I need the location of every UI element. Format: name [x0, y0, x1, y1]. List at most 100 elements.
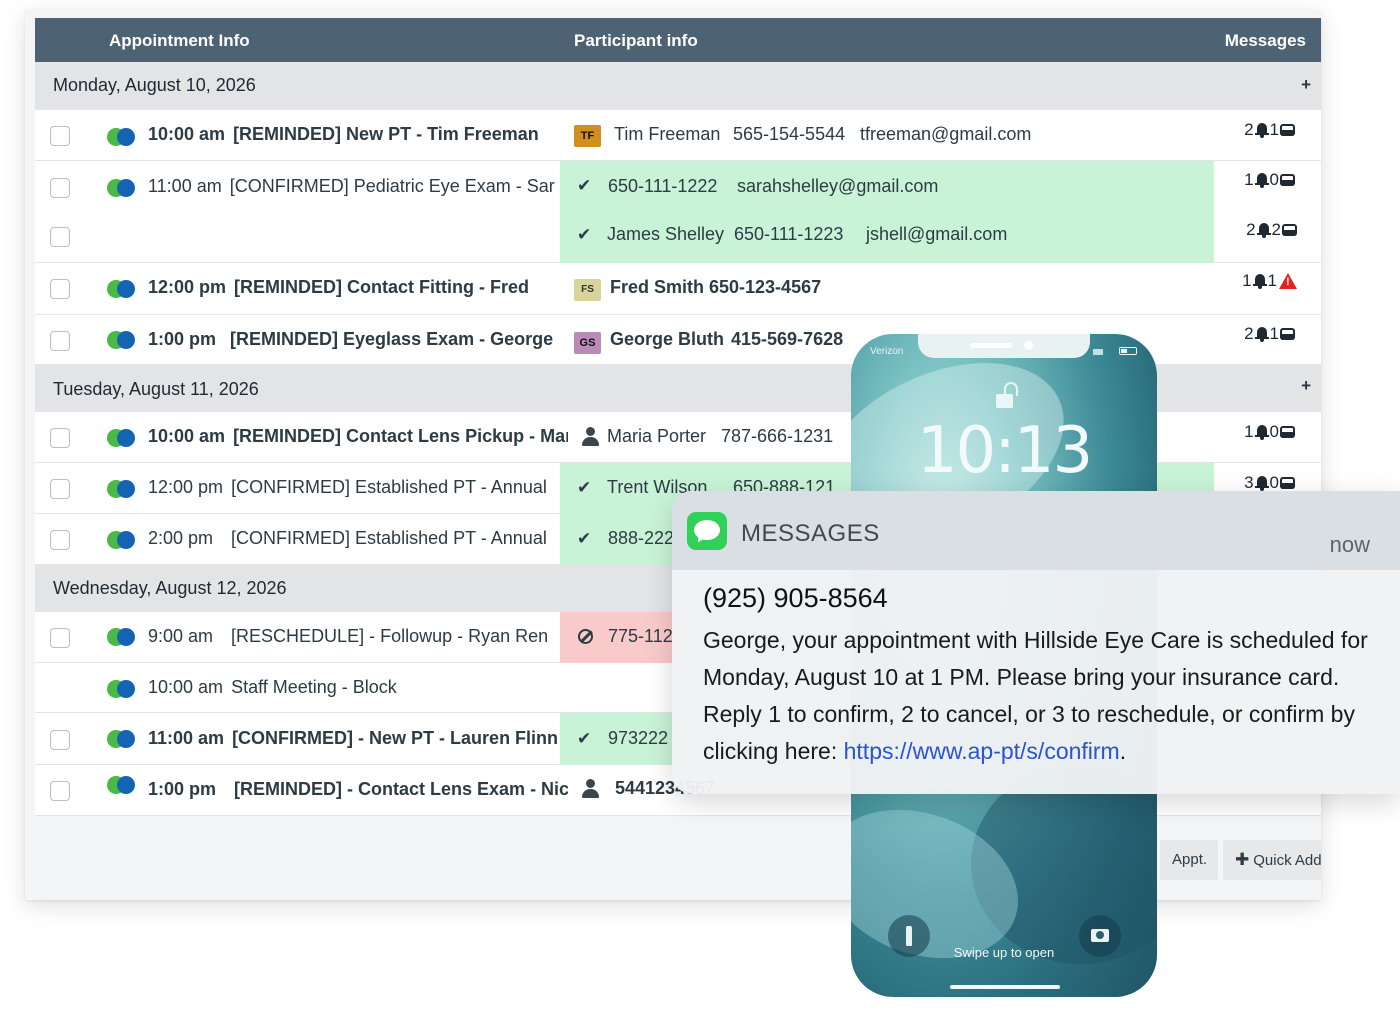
message-counts[interactable]: 21 [1244, 323, 1295, 344]
header-appointment-info[interactable]: Appointment Info [109, 31, 250, 51]
appointment-info[interactable]: 9:00 am [RESCHEDULE] - Followup - Ryan Re… [148, 626, 558, 650]
sms-notification[interactable]: MESSAGES now (925) 905-8564 George, your… [672, 491, 1400, 794]
reminder-count: 3 [1244, 472, 1254, 492]
person-icon [581, 427, 599, 447]
day-header-monday: Monday, August 10, 2026 + [35, 62, 1321, 110]
bell-icon [1256, 222, 1271, 238]
confirmed-check-icon: ✔ [577, 225, 592, 244]
participant-cell: ✔ James Shelley 650-111-1223 jshell@gmai… [560, 212, 1214, 263]
appointment-title: [REMINDED] Contact Lens Pickup - Mar [233, 426, 568, 446]
row-checkbox[interactable] [50, 227, 70, 247]
reminder-count: 2 [1244, 323, 1254, 343]
status-bar-icon [1093, 347, 1137, 355]
confirmed-check-icon: ✔ [577, 729, 592, 748]
inbox-count: 0 [1269, 472, 1279, 492]
status-dots-icon [107, 480, 137, 498]
notification-app-name: MESSAGES [741, 520, 880, 547]
table-row[interactable]: 12:00 pm [REMINDED] Contact Fitting - Fre… [35, 263, 1321, 315]
appointment-time: 2:00 pm [148, 528, 214, 548]
participant-name: Tim Freeman [614, 124, 721, 144]
appointment-title: [REMINDED] New PT - Tim Freeman [233, 124, 539, 144]
participant-name: James Shelley [607, 224, 725, 244]
message-counts[interactable]: 10 [1244, 169, 1295, 190]
bell-icon [1252, 273, 1267, 289]
appointment-title: [REMINDED] Contact Fitting - Fred [234, 277, 530, 297]
bell-icon [1254, 475, 1269, 491]
add-appointment-button[interactable]: + [1301, 75, 1311, 95]
participant-phone: 973222 [608, 728, 669, 748]
confirm-link[interactable]: https://www.ap-pt/s/confirm [844, 738, 1120, 764]
person-icon [581, 779, 599, 799]
table-row[interactable]: ✔ James Shelley 650-111-1223 jshell@gmai… [35, 212, 1321, 263]
appointment-info[interactable]: 10:00 am Staff Meeting - Block [148, 677, 558, 701]
row-checkbox[interactable] [50, 428, 70, 448]
avatar: TF [574, 125, 601, 147]
reschedule-ban-icon [578, 629, 593, 644]
home-indicator[interactable] [950, 985, 1060, 989]
row-checkbox[interactable] [50, 530, 70, 550]
participant-cell: TF Tim Freeman 565-154-5544 tfreeman@gma… [560, 110, 1214, 161]
appointment-time: 11:00 am [148, 176, 222, 196]
status-dots-icon [107, 179, 137, 197]
reminder-count: 1 [1244, 421, 1254, 441]
message-counts[interactable]: 21 [1244, 119, 1295, 140]
row-checkbox[interactable] [50, 279, 70, 299]
inbox-icon [1282, 223, 1297, 236]
appointment-info[interactable]: 12:00 pm [CONFIRMED] Established PT - Ann… [148, 477, 558, 501]
appointment-info[interactable]: 1:00 pm [REMINDED] Eyeglass Exam - George [148, 329, 558, 353]
participant-phone: 787-666-1231 [721, 426, 834, 446]
inbox-icon [1280, 425, 1295, 438]
appointment-info[interactable]: 2:00 pm [CONFIRMED] Established PT - Annu… [148, 528, 558, 552]
table-row[interactable]: 11:00 am [CONFIRMED] Pediatric Eye Exam -… [35, 161, 1321, 212]
notification-body: George, your appointment with Hillside E… [703, 622, 1383, 770]
appointment-title: [REMINDED] Eyeglass Exam - George [230, 329, 554, 349]
notification-time: now [1329, 532, 1370, 557]
reminder-count: 2 [1244, 119, 1254, 139]
appointment-info[interactable]: 11:00 am [CONFIRMED] Pediatric Eye Exam -… [148, 176, 558, 200]
appointment-info[interactable]: 10:00 am [REMINDED] New PT - Tim Freeman [148, 124, 558, 148]
message-counts[interactable]: 10 [1244, 421, 1295, 442]
row-checkbox[interactable] [50, 479, 70, 499]
row-checkbox[interactable] [50, 730, 70, 750]
appointment-info[interactable]: 12:00 pm [REMINDED] Contact Fitting - Fre… [148, 277, 558, 301]
row-checkbox[interactable] [50, 126, 70, 146]
messages-app-icon [687, 512, 727, 550]
status-dots-icon [107, 531, 137, 549]
message-counts[interactable]: 11 [1242, 270, 1297, 291]
avatar: GS [574, 332, 601, 354]
inbox-count: 1 [1269, 323, 1279, 343]
table-row[interactable]: 10:00 am [REMINDED] New PT - Tim Freeman … [35, 110, 1321, 161]
participant-email: sarahshelley@gmail.com [737, 176, 939, 196]
inbox-count: 0 [1269, 421, 1279, 441]
new-appt-button[interactable]: Appt. [1160, 840, 1218, 880]
row-checkbox[interactable] [50, 178, 70, 198]
appointment-info[interactable]: 11:00 am [CONFIRMED] - New PT - Lauren Fl… [148, 728, 558, 752]
message-counts[interactable]: 30 [1244, 472, 1295, 493]
appointment-info[interactable]: 1:00 pm [REMINDED] - Contact Lens Exam - … [148, 779, 568, 803]
participant-phone: 650-111-1222 [608, 176, 718, 196]
appointment-time: 1:00 pm [148, 329, 217, 349]
participant-phone: 650-111-1223 [734, 224, 844, 244]
header-participant-info[interactable]: Participant info [574, 31, 698, 51]
row-checkbox[interactable] [50, 781, 70, 801]
plus-icon: ✚ [1235, 850, 1250, 869]
status-dots-icon [107, 776, 137, 794]
quick-add-button[interactable]: ✚ Quick Add [1223, 840, 1322, 880]
participant-phone: 775-112 [608, 626, 673, 646]
appointment-time: 12:00 pm [148, 477, 224, 497]
appointment-time: 11:00 am [148, 728, 225, 748]
header-messages[interactable]: Messages [1225, 31, 1306, 51]
status-dots-icon [107, 128, 137, 146]
row-checkbox[interactable] [50, 331, 70, 351]
day-date: Wednesday, August 12, 2026 [53, 578, 287, 598]
message-counts[interactable]: 22 [1246, 219, 1297, 240]
status-dots-icon [107, 331, 137, 349]
appointment-title: [CONFIRMED] Established PT - Annual [231, 528, 547, 548]
confirmed-check-icon: ✔ [577, 529, 592, 548]
status-dots-icon [107, 429, 137, 447]
inbox-icon [1280, 327, 1295, 340]
row-checkbox[interactable] [50, 628, 70, 648]
appointment-time: 1:00 pm [148, 779, 217, 799]
appointment-info[interactable]: 10:00 am [REMINDED] Contact Lens Pickup -… [148, 426, 568, 450]
add-appointment-button[interactable]: + [1301, 376, 1311, 396]
